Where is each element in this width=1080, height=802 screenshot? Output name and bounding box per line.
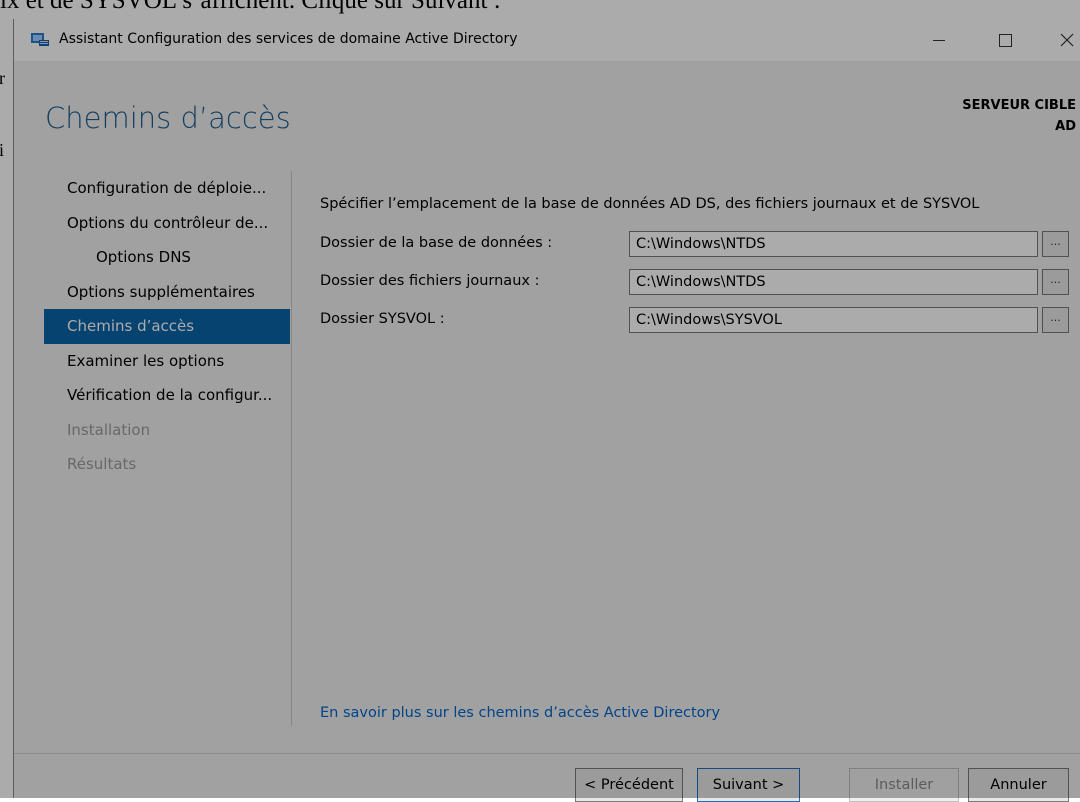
section-description: Spécifier l’emplacement de la base de do… [320,196,980,212]
sysvol-folder-input[interactable] [629,307,1038,333]
close-icon [1060,33,1074,47]
nav-item-additional-options[interactable]: Options supplémentaires [44,275,290,310]
database-folder-browse-button[interactable]: ... [1042,231,1069,257]
database-folder-label: Dossier de la base de données : [320,235,553,251]
target-server: SERVEUR CIBLE AD [962,95,1076,137]
nav-item-installation: Installation [67,420,151,439]
install-button: Installer [849,768,959,802]
database-folder-input[interactable] [629,231,1038,257]
next-button[interactable]: Suivant > [697,768,800,802]
nav-item-deployment-config[interactable]: Configuration de déploie... [44,171,290,206]
wizard-nav: Configuration de déploie... Options du c… [44,171,290,482]
document-edge-fragment: r [0,68,5,88]
nav-item-prerequisites-check[interactable]: Vérification de la configur... [44,378,290,413]
document-edge-fragment: i [0,140,5,160]
cancel-button[interactable]: Annuler [968,768,1069,802]
document-text-line: ix et de SYSVOL s’affichent. Clique sur … [0,0,501,14]
minimize-icon [933,39,945,41]
previous-button[interactable]: < Précédent [575,768,683,802]
log-folder-input[interactable] [629,269,1038,295]
footer-divider [14,753,1080,754]
maximize-icon [998,33,1012,47]
sysvol-folder-browse-button[interactable]: ... [1042,307,1069,333]
log-folder-browse-button[interactable]: ... [1042,269,1069,295]
page-title: Chemins d’accès [45,101,291,135]
minimize-button[interactable] [916,19,962,61]
title-bar[interactable]: Assistant Configuration des services de … [14,19,1080,61]
nav-item-results: Résultats [67,455,137,473]
nav-divider [291,171,292,726]
target-server-label: SERVEUR CIBLE [962,98,1076,113]
nav-item-review-options[interactable]: Examiner les options [44,344,290,379]
sysvol-folder-label: Dossier SYSVOL : [320,311,445,327]
server-manager-icon [30,31,50,47]
target-server-name: AD [1055,119,1076,134]
nav-item-dc-options[interactable]: Options du contrôleur de... [44,206,290,241]
nav-item-paths[interactable]: Chemins d’accès [44,309,290,344]
window-title: Assistant Configuration des services de … [59,31,518,47]
log-folder-label: Dossier des fichiers journaux : [320,273,540,289]
wizard-window: Assistant Configuration des services de … [13,19,1080,802]
close-button[interactable] [1044,19,1080,61]
help-link[interactable]: En savoir plus sur les chemins d’accès A… [320,705,720,721]
maximize-button[interactable] [982,19,1028,61]
nav-item-dns-options[interactable]: Options DNS [44,240,290,275]
